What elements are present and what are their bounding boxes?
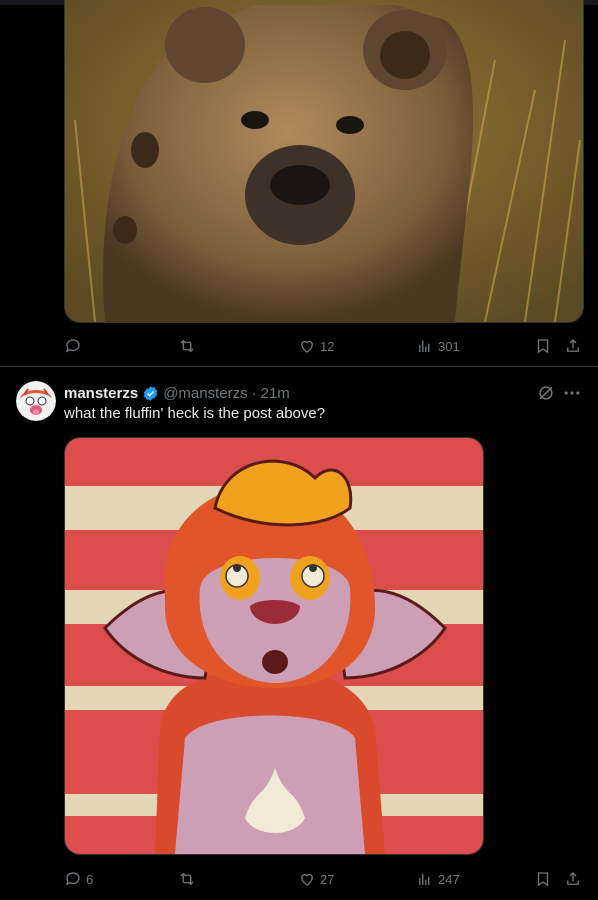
post-header: mansterzs @mansterzs · 21m bbox=[64, 383, 290, 403]
views-button[interactable]: 301 bbox=[416, 335, 460, 357]
repost-button[interactable] bbox=[178, 335, 200, 357]
repost-icon bbox=[180, 339, 194, 353]
like-button[interactable]: 12 bbox=[298, 335, 334, 357]
like-icon bbox=[301, 340, 313, 353]
bookmark-icon bbox=[537, 339, 549, 354]
repost-button[interactable] bbox=[178, 868, 200, 890]
bookmark-icon bbox=[537, 872, 549, 887]
avatar[interactable] bbox=[16, 381, 56, 421]
like-icon bbox=[301, 873, 313, 886]
reply-icon bbox=[65, 339, 80, 353]
reply-icon bbox=[65, 872, 80, 886]
views-icon bbox=[419, 340, 430, 352]
like-count: 27 bbox=[320, 871, 335, 887]
reply-button[interactable]: 6 bbox=[64, 868, 93, 890]
display-name[interactable]: mansterzs bbox=[64, 385, 138, 402]
post-image-tiger[interactable] bbox=[64, 437, 484, 855]
reply-button[interactable] bbox=[64, 335, 86, 357]
repost-icon bbox=[180, 872, 194, 886]
post1-action-bar: 12 301 bbox=[64, 335, 584, 357]
verified-badge-icon[interactable] bbox=[142, 385, 159, 402]
like-button[interactable]: 27 bbox=[298, 868, 334, 890]
views-icon bbox=[419, 873, 430, 885]
share-button[interactable] bbox=[564, 335, 582, 357]
handle[interactable]: @mansterzs bbox=[163, 385, 247, 402]
timestamp[interactable]: 21m bbox=[261, 385, 290, 402]
views-count: 301 bbox=[438, 338, 460, 354]
share-button[interactable] bbox=[564, 868, 582, 890]
bookmark-button[interactable] bbox=[534, 868, 552, 890]
post-text: what the fluffin' heck is the post above… bbox=[64, 405, 326, 422]
more-icon[interactable] bbox=[562, 383, 582, 403]
reply-count: 6 bbox=[86, 871, 94, 887]
share-icon bbox=[567, 339, 579, 352]
views-button[interactable]: 247 bbox=[416, 868, 460, 890]
share-icon bbox=[567, 872, 579, 885]
post-image-hyena[interactable] bbox=[64, 0, 584, 323]
post2-action-bar: 6 27 247 bbox=[64, 868, 584, 890]
grok-icon[interactable] bbox=[536, 383, 556, 403]
views-count: 247 bbox=[438, 871, 460, 887]
post-mansterzs[interactable]: mansterzs @mansterzs · 21m what the fluf… bbox=[0, 367, 598, 900]
bookmark-button[interactable] bbox=[534, 335, 552, 357]
separator: · bbox=[251, 384, 257, 402]
like-count: 12 bbox=[320, 338, 335, 354]
